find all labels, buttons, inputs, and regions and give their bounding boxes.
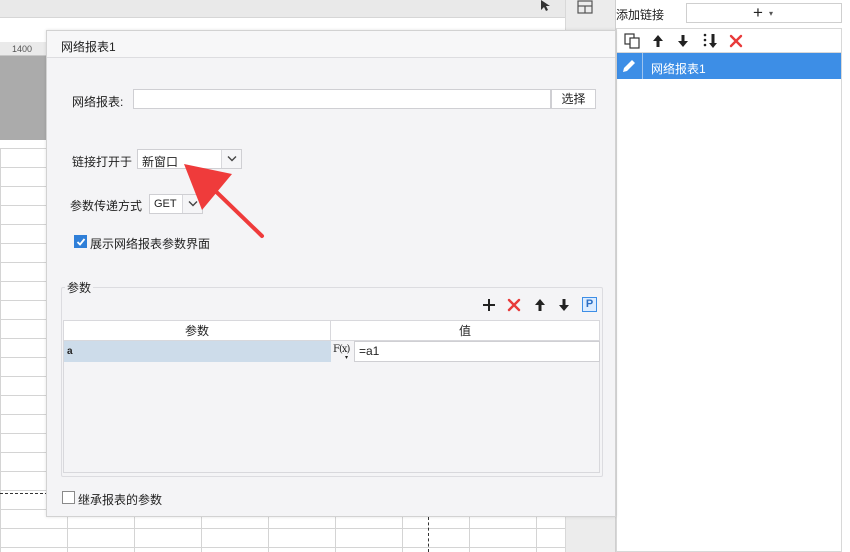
add-link-button[interactable]: + ▾ xyxy=(686,3,842,23)
formula-icon[interactable]: F(x) ▾ xyxy=(333,342,353,361)
plus-icon[interactable] xyxy=(481,297,497,313)
item-separator xyxy=(642,53,643,79)
param-value-input[interactable]: =a1 xyxy=(354,341,600,362)
dialog-title: 网络报表1 xyxy=(61,40,116,54)
column-ruler: 1400 xyxy=(0,42,48,56)
link-panel-title: 添加链接 xyxy=(616,8,665,22)
page-break-line xyxy=(0,493,48,494)
cursor-tool-icon[interactable] xyxy=(538,0,554,14)
arrow-down-icon[interactable] xyxy=(556,297,572,313)
chevron-down-icon: ▾ xyxy=(769,9,774,18)
link-item-label: 网络报表1 xyxy=(651,62,706,76)
chevron-down-icon: ▾ xyxy=(345,354,349,361)
copy-icon[interactable] xyxy=(623,32,641,50)
plus-icon: + xyxy=(753,3,763,22)
inherit-params-label: 继承报表的参数 xyxy=(78,493,163,507)
inherit-params-checkbox[interactable] xyxy=(62,491,75,504)
spreadsheet-top-bar xyxy=(0,0,568,18)
method-label: 参数传递方式 xyxy=(70,199,143,213)
layout-grid-icon[interactable] xyxy=(577,0,593,14)
link-toolbar xyxy=(616,28,842,52)
report-url-input[interactable] xyxy=(133,89,551,109)
link-panel: 添加链接 + ▾ 网络报表1 xyxy=(615,0,850,552)
show-params-checkbox[interactable] xyxy=(74,235,87,248)
report-label: 网络报表: xyxy=(72,95,124,109)
open-in-value: 新窗口 xyxy=(142,155,179,169)
arrow-up-icon[interactable] xyxy=(649,32,667,50)
arrow-down-icon[interactable] xyxy=(674,32,692,50)
table-row: a F(x) ▾ =a1 xyxy=(64,341,600,362)
checkmark-icon xyxy=(76,238,86,246)
params-group-label: 参数 xyxy=(65,279,94,296)
ruler-label: 1400 xyxy=(12,44,33,54)
ruler-gray-area xyxy=(0,56,48,140)
arrow-up-icon[interactable] xyxy=(532,297,548,313)
page-break-vertical xyxy=(428,517,429,552)
web-report-dialog: 网络报表1 网络报表: 选择 链接打开于 新窗口 参数传递方式 GET 展示网络… xyxy=(46,30,616,517)
link-list: 网络报表1 xyxy=(616,52,842,552)
annotation-arrow-icon xyxy=(184,164,264,238)
select-button[interactable]: 选择 xyxy=(551,89,596,109)
open-in-label: 链接打开于 xyxy=(72,155,133,169)
param-name-cell[interactable]: a xyxy=(64,341,331,362)
col-header-value: 值 xyxy=(458,324,471,338)
params-table: 参数 值 a F(x) ▾ =a1 xyxy=(63,320,600,473)
col-header-param: 参数 xyxy=(64,321,331,341)
dialog-title-bar: 网络报表1 xyxy=(47,31,615,58)
delete-icon[interactable] xyxy=(506,297,522,313)
delete-icon[interactable] xyxy=(727,32,745,50)
sort-down-icon[interactable] xyxy=(701,32,719,50)
link-list-item[interactable]: 网络报表1 xyxy=(617,53,841,79)
edit-icon xyxy=(623,60,635,72)
p-icon[interactable]: P xyxy=(582,297,597,312)
params-table-header: 参数 值 xyxy=(64,321,599,341)
method-value: GET xyxy=(154,198,177,210)
